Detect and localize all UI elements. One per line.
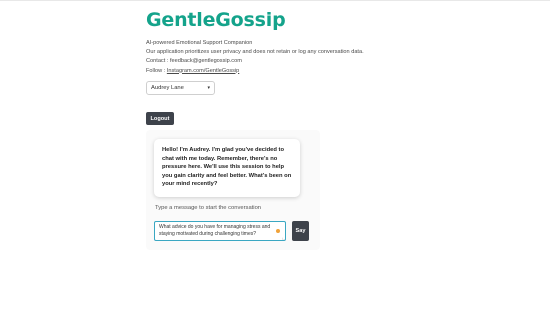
follow-line: Follow : Instagram.com/GentleGossip <box>146 67 446 76</box>
message-input[interactable]: What advice do you have for managing str… <box>154 221 286 241</box>
app-info: AI-powered Emotional Support Companion O… <box>146 39 446 76</box>
persona-select-value: Audrey Lane <box>151 85 184 91</box>
prompt-label: Type a message to start the conversation <box>155 205 262 211</box>
contact-label: Contact : <box>146 58 170 65</box>
privacy-note: Our application prioritizes user privacy… <box>146 49 364 56</box>
tagline: AI-powered Emotional Support Companion <box>146 40 253 46</box>
top-divider <box>0 0 550 1</box>
follow-label: Follow : <box>146 67 167 74</box>
chevron-down-icon: ▾ <box>207 85 210 91</box>
persona-select[interactable]: Audrey Lane ▾ <box>146 81 215 95</box>
logout-button[interactable]: Logout <box>146 112 174 125</box>
instagram-link[interactable]: Instagram.com/GentleGossip <box>167 68 239 74</box>
assistant-message: Hello! I'm Audrey. I'm glad you've decid… <box>154 139 300 197</box>
resize-handle-icon[interactable]: ∟ <box>282 236 286 241</box>
contact-email: feedback@gentlegossip.com <box>169 58 242 65</box>
contact-line: Contact : feedback@gentlegossip.com <box>146 57 446 66</box>
app-title: GentleGossip <box>146 9 286 31</box>
say-button[interactable]: Say <box>292 221 309 241</box>
grammar-indicator-icon <box>276 229 280 233</box>
